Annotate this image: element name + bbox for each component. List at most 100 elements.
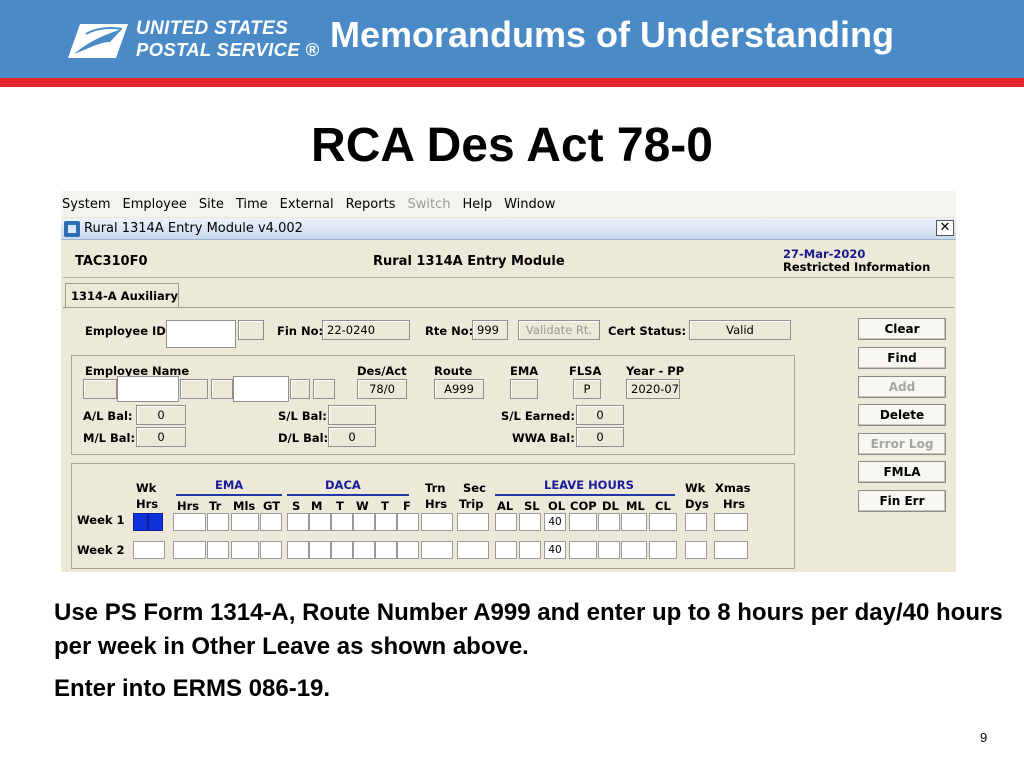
menu-switch: Switch [407,196,451,212]
week2-label: Week 2 [77,543,125,557]
week1-daca-m-cell[interactable] [309,513,331,531]
week1-daca-f-cell[interactable] [397,513,419,531]
dl-bal-label: D/L Bal: [278,431,329,445]
menu-reports[interactable]: Reports [346,197,396,212]
week2-daca-f-cell[interactable] [397,541,419,559]
ema-group-label: EMA [215,478,244,492]
name-part-3-field[interactable] [180,379,208,399]
week2-wk-dys-cell[interactable] [685,541,707,559]
week1-daca-s-cell[interactable] [287,513,309,531]
week2-leave-ol-cell[interactable]: 40 [544,541,566,559]
week2-wk-hrs-cell[interactable] [133,541,165,559]
ema-label: EMA [510,364,539,378]
ema-col-mls: Mls [233,499,256,513]
flsa-label: FLSA [569,364,602,378]
week2-trn-hrs-cell[interactable] [421,541,453,559]
week2-ema-tr-cell[interactable] [207,541,229,559]
daca-col-m: M [311,499,323,513]
ema-col-gt: GT [263,499,281,513]
week2-xmas-hrs-cell[interactable] [714,541,748,559]
clear-button[interactable]: Clear [858,318,946,340]
leave-col-cl: CL [655,499,671,513]
tab-auxiliary[interactable]: 1314-A Auxiliary [65,283,179,307]
week2-daca-m-cell[interactable] [309,541,331,559]
name-part-7-field[interactable] [313,379,335,399]
error-log-button: Error Log [858,433,946,455]
slide-number: 9 [980,730,988,745]
week1-leave-sl-cell[interactable] [519,513,541,531]
form-panel: Employee ID Fin No: 22-0240 Rte No: 999 … [63,307,954,572]
week1-ema-tr-cell[interactable] [207,513,229,531]
week2-sec-trip-cell[interactable] [457,541,489,559]
week2-ema-gt-cell[interactable] [260,541,282,559]
week1-ema-gt-cell[interactable] [260,513,282,531]
week2-leave-cl-cell[interactable] [649,541,677,559]
week2-daca-w-cell[interactable] [353,541,375,559]
find-button[interactable]: Find [858,347,946,369]
menu-bar: System Employee Site Time External Repor… [61,191,956,217]
week1-wk-hrs-cell-b[interactable] [148,513,163,531]
rte-no-label: Rte No: [425,324,474,338]
leave-col-dl: DL [602,499,619,513]
ml-bal-field: 0 [136,427,186,447]
menu-help[interactable]: Help [462,197,492,212]
week1-ema-hrs-cell[interactable] [173,513,206,531]
employee-id-suffix-field[interactable] [238,320,264,340]
sl-bal-field [328,405,376,425]
name-part-4-field[interactable] [211,379,233,399]
name-part-1-field[interactable] [83,379,117,399]
name-part-2-field[interactable] [117,376,179,402]
wwa-bal-field: 0 [576,427,624,447]
erms-reference-text: Enter into ERMS 086-19. [54,675,331,702]
sec-label: Sec [463,481,486,495]
week2-daca-t2-cell[interactable] [375,541,397,559]
week1-xmas-hrs-cell[interactable] [714,513,748,531]
week2-ema-hrs-cell[interactable] [173,541,206,559]
name-part-6-field[interactable] [290,379,310,399]
week2-leave-ml-cell[interactable] [621,541,647,559]
fmla-button[interactable]: FMLA [858,461,946,483]
week2-leave-sl-cell[interactable] [519,541,541,559]
module-header: TAC310F0 Rural 1314A Entry Module 27-Mar… [63,242,954,278]
fin-no-field[interactable]: 22-0240 [322,320,410,340]
week1-sec-trip-cell[interactable] [457,513,489,531]
week1-ema-mls-cell[interactable] [231,513,259,531]
menu-employee[interactable]: Employee [122,197,186,212]
week1-leave-cl-cell[interactable] [649,513,677,531]
accent-line [0,78,1024,87]
delete-button[interactable]: Delete [858,404,946,426]
daca-col-s: S [292,499,301,513]
week2-leave-dl-cell[interactable] [598,541,620,559]
usps-logo: UNITED STATES POSTAL SERVICE ® [66,18,319,62]
sl-earned-label: S/L Earned: [501,409,575,423]
menu-time[interactable]: Time [236,197,268,212]
week2-leave-cop-cell[interactable] [569,541,597,559]
rte-no-field[interactable]: 999 [472,320,508,340]
week1-leave-cop-cell[interactable] [569,513,597,531]
week1-wk-hrs-cell-a[interactable] [133,513,148,531]
menu-window[interactable]: Window [504,197,555,212]
xmas-label-2: Hrs [723,497,746,511]
week2-ema-mls-cell[interactable] [231,541,259,559]
employee-id-field[interactable] [166,320,236,348]
ema-group-underline [176,494,282,496]
week2-daca-t1-cell[interactable] [331,541,353,559]
menu-system[interactable]: System [62,197,110,212]
close-button[interactable]: ✕ [936,220,954,236]
menu-site[interactable]: Site [199,197,224,212]
week1-wk-dys-cell[interactable] [685,513,707,531]
week1-leave-dl-cell[interactable] [598,513,620,531]
week1-leave-ol-cell[interactable]: 40 [544,513,566,531]
app-icon [64,220,80,237]
week1-leave-al-cell[interactable] [495,513,517,531]
week1-daca-t2-cell[interactable] [375,513,397,531]
name-part-5-field[interactable] [233,376,289,402]
menu-external[interactable]: External [280,197,334,212]
week2-daca-s-cell[interactable] [287,541,309,559]
week1-daca-w-cell[interactable] [353,513,375,531]
week1-trn-hrs-cell[interactable] [421,513,453,531]
week1-daca-t1-cell[interactable] [331,513,353,531]
week2-leave-al-cell[interactable] [495,541,517,559]
fin-err-button[interactable]: Fin Err [858,490,946,512]
week1-leave-ml-cell[interactable] [621,513,647,531]
